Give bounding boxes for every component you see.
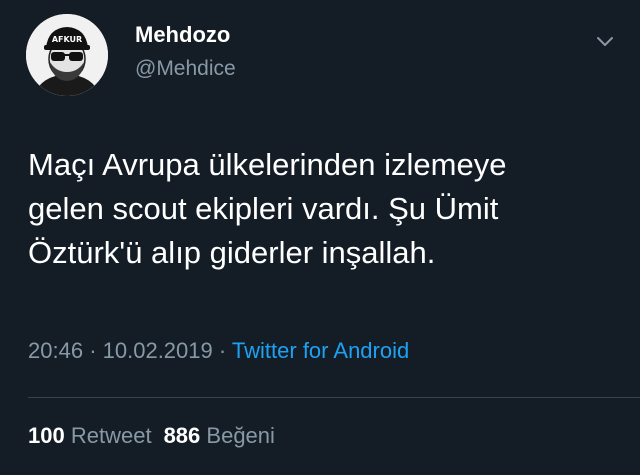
tweet-text: Maçı Avrupa ülkelerinden izlemeye gelen … [28,143,608,275]
likes-label: Beğeni [206,423,275,448]
tweet-source-link[interactable]: Twitter for Android [232,338,409,363]
avatar[interactable]: AFKUR [26,14,108,96]
retweets-label: Retweet [70,423,152,448]
retweets-count: 100 [28,423,65,448]
tweet-meta: 20:46 · 10.02.2019 · Twitter for Android [28,338,409,364]
user-handle[interactable]: @Mehdice [135,57,236,81]
meta-separator: · [89,338,97,363]
tweet-card: AFKUR Mehdozo @Mehdice Maçı Avrupa ülkel… [0,0,640,475]
tweet-text-line: Maçı Avrupa ülkelerinden izlemeye [28,147,507,182]
meta-separator: · [218,338,227,363]
avatar-cap-text: AFKUR [52,35,82,44]
likes-count: 886 [163,423,201,448]
tweet-time[interactable]: 20:46 [28,338,83,363]
tweet-stats: 100 Retweet 886 Beğeni [28,423,275,449]
display-name[interactable]: Mehdozo [135,22,230,48]
tweet-text-line: Öztürk'ü alıp giderler inşallah. [28,235,436,270]
tweet-text-line: gelen scout ekipleri vardı. Şu Ümit [28,191,499,226]
chevron-down-icon[interactable] [594,30,616,52]
retweets-stat[interactable]: 100 Retweet [28,423,152,448]
divider [28,397,640,398]
tweet-date[interactable]: 10.02.2019 [103,338,213,363]
avatar-image: AFKUR [26,14,108,96]
likes-stat[interactable]: 886 Beğeni [164,423,275,448]
